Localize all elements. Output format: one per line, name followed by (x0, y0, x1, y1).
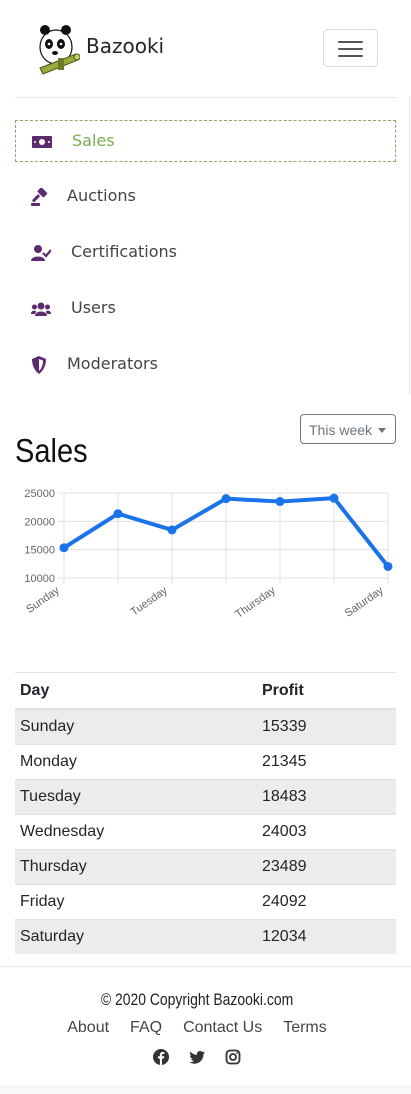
x-tick-label: Tuesday (129, 584, 171, 618)
x-tick-label: Saturday (343, 584, 386, 619)
footer-divider (0, 966, 411, 967)
gavel-icon (31, 188, 48, 206)
cell-profit: 23489 (257, 849, 396, 885)
table-row: Saturday 12034 (15, 919, 396, 954)
cell-profit: 24003 (257, 814, 396, 850)
cell-day: Saturday (15, 919, 257, 954)
cell-day: Wednesday (15, 814, 257, 850)
sidebar-item-auctions[interactable]: Auctions (15, 176, 396, 218)
sidebar-item-label: Moderators (67, 354, 158, 373)
footer-link-terms[interactable]: Terms (283, 1019, 327, 1037)
table-row: Friday 24092 (15, 884, 396, 920)
facebook-icon[interactable] (153, 1049, 169, 1065)
sidebar-item-sales[interactable]: Sales (15, 120, 396, 162)
range-dropdown-button[interactable]: This week (300, 414, 396, 444)
table-header-row: Day Profit (15, 672, 396, 710)
table-row: Tuesday 18483 (15, 779, 396, 815)
sidebar-item-label: Auctions (67, 186, 136, 205)
sidebar-item-moderators[interactable]: Moderators (15, 344, 396, 386)
caret-down-icon (378, 428, 386, 433)
cell-profit: 24092 (257, 884, 396, 920)
table-row: Monday 21345 (15, 744, 396, 780)
data-point-tuesday (167, 525, 177, 535)
shield-icon (32, 356, 46, 374)
footer-links: About FAQ Contact Us Terms (0, 1019, 394, 1037)
cell-day: Sunday (15, 708, 257, 745)
range-dropdown-label: This week (309, 422, 373, 438)
data-point-friday (329, 493, 339, 503)
footer-link-contact[interactable]: Contact Us (183, 1019, 262, 1037)
cell-day: Thursday (15, 849, 257, 885)
navbar: Bazooki (0, 0, 411, 97)
sidebar-item-label: Certifications (71, 242, 177, 261)
sidebar-item-certifications[interactable]: Certifications (15, 232, 396, 274)
navbar-divider (15, 97, 396, 98)
column-header-day: Day (15, 672, 257, 710)
user-check-icon (31, 245, 51, 261)
data-point-thursday (275, 497, 285, 507)
sidebar-item-users[interactable]: Users (15, 288, 396, 330)
brand-name: Bazooki (86, 34, 165, 58)
x-tick-label: Sunday (24, 584, 62, 616)
data-point-wednesday (221, 494, 231, 504)
y-tick-label: 20000 (24, 516, 55, 528)
data-point-saturday (383, 561, 393, 571)
sales-line-chart: 10000 15000 20000 25000 Sunday Tuesday Thursda… (24, 488, 393, 621)
bottom-bar (0, 1085, 411, 1094)
y-tick-label: 15000 (24, 545, 55, 557)
cell-day: Monday (15, 744, 257, 780)
x-tick-label: Thursday (233, 584, 278, 620)
cell-day: Friday (15, 884, 257, 920)
footer-link-faq[interactable]: FAQ (130, 1019, 162, 1037)
table-row: Thursday 23489 (15, 849, 396, 885)
data-point-monday (113, 509, 123, 519)
social-links (0, 1049, 394, 1065)
sales-table: Day Profit Sunday 15339 Monday 21345 Tuesday… (15, 672, 396, 954)
users-icon (31, 302, 51, 316)
sidebar-scrollbar[interactable] (409, 97, 410, 394)
menu-toggle-button[interactable] (323, 29, 378, 67)
y-tick-label: 10000 (24, 573, 55, 585)
table-row: Wednesday 24003 (15, 814, 396, 850)
copyright-text: © 2020 Copyright Bazooki.com (100, 990, 294, 1009)
money-bill-icon (32, 136, 52, 148)
sidebar-item-label: Users (71, 298, 116, 317)
cell-profit: 12034 (257, 919, 396, 954)
hamburger-icon (338, 41, 363, 43)
cell-day: Tuesday (15, 779, 257, 815)
panda-bazooka-icon (39, 25, 80, 75)
cell-profit: 21345 (257, 744, 396, 780)
sidebar-item-label: Sales (72, 131, 115, 150)
column-header-profit: Profit (257, 672, 396, 710)
page-title: Sales (15, 432, 88, 470)
cell-profit: 15339 (257, 708, 396, 745)
instagram-icon[interactable] (225, 1049, 241, 1065)
data-point-sunday (59, 543, 69, 553)
table-row: Sunday 15339 (15, 708, 396, 745)
brand-link[interactable]: Bazooki (36, 20, 164, 76)
y-tick-label: 25000 (24, 488, 55, 500)
footer-link-about[interactable]: About (67, 1019, 109, 1037)
twitter-icon[interactable] (189, 1049, 205, 1065)
cell-profit: 18483 (257, 779, 396, 815)
